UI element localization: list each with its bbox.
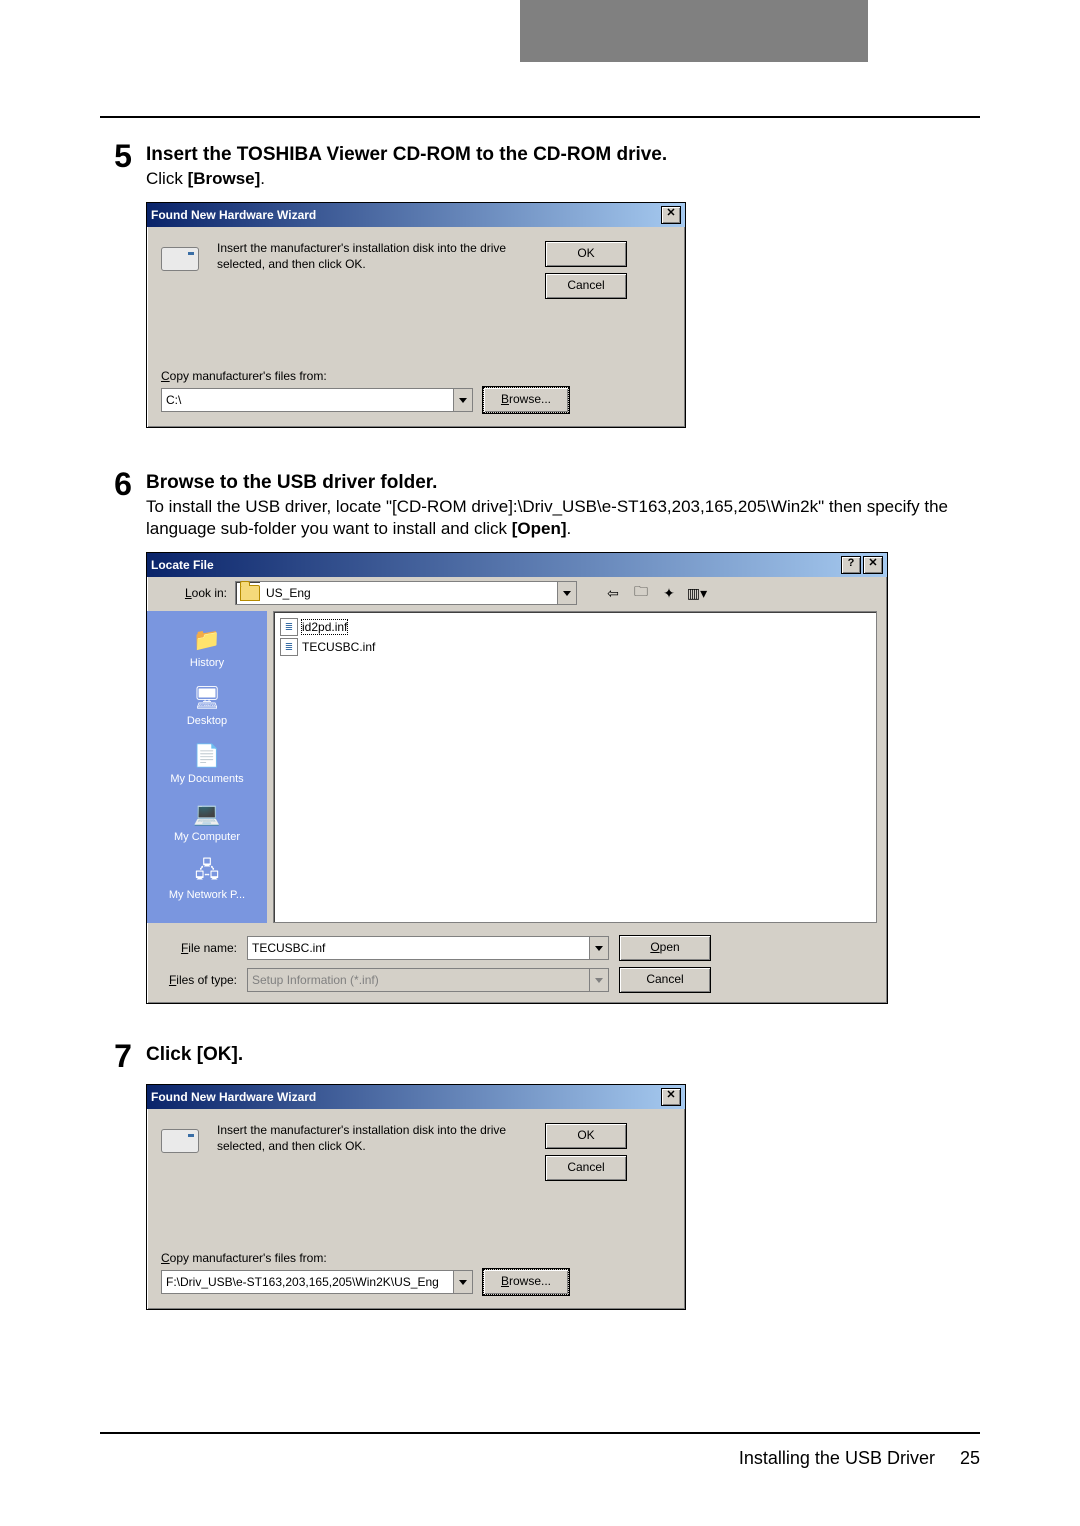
close-icon[interactable]: ✕ bbox=[661, 206, 681, 224]
close-icon[interactable]: ✕ bbox=[661, 1088, 681, 1106]
step-7-title: Click [OK]. bbox=[146, 1044, 980, 1066]
copy-from-label: Copy manufacturer's files from: bbox=[161, 1251, 671, 1265]
footer-page-number: 25 bbox=[960, 1448, 980, 1468]
step-7: 7 Click [OK]. bbox=[100, 1040, 980, 1072]
file-item[interactable]: ≣ TECUSBC.inf bbox=[280, 638, 870, 656]
dialog-title: Found New Hardware Wizard bbox=[151, 1090, 661, 1104]
cancel-button[interactable]: Cancel bbox=[619, 967, 711, 993]
locate-file-titlebar: Locate File ? ✕ bbox=[147, 553, 887, 577]
filetype-input bbox=[248, 969, 589, 991]
step-5-desc: Click [Browse]. bbox=[146, 168, 980, 190]
dialog-titlebar: Found New Hardware Wizard ✕ bbox=[147, 1085, 685, 1109]
footer-section-title: Installing the USB Driver bbox=[739, 1448, 935, 1468]
dropdown-icon bbox=[589, 969, 608, 991]
desktop-icon: 🖥 bbox=[190, 683, 224, 713]
dialog-titlebar: Found New Hardware Wizard ✕ bbox=[147, 203, 685, 227]
nav-up-icon[interactable]: 🗀 bbox=[629, 582, 653, 604]
folder-icon bbox=[240, 585, 260, 601]
browse-button[interactable]: Browse... bbox=[483, 1269, 569, 1295]
dialog-title: Found New Hardware Wizard bbox=[151, 208, 661, 222]
nav-newfolder-icon[interactable]: ✦ bbox=[657, 582, 681, 604]
found-new-hardware-dialog-2: Found New Hardware Wizard ✕ Insert the m… bbox=[146, 1084, 686, 1310]
step-6: 6 Browse to the USB driver folder. To in… bbox=[100, 468, 980, 540]
filename-field[interactable] bbox=[247, 936, 609, 960]
copy-from-field[interactable] bbox=[161, 1270, 473, 1294]
computer-icon: 💻 bbox=[190, 799, 224, 829]
locate-file-dialog: Locate File ? ✕ Look in: ⇦ 🗀 bbox=[146, 552, 888, 1004]
filetype-label: Files of type: bbox=[157, 973, 237, 987]
step-5-number: 5 bbox=[100, 140, 146, 172]
copy-from-field[interactable] bbox=[161, 388, 473, 412]
look-in-label: Look in: bbox=[157, 586, 227, 600]
cancel-button[interactable]: Cancel bbox=[545, 1155, 627, 1181]
open-button[interactable]: Open bbox=[619, 935, 711, 961]
look-in-input[interactable] bbox=[260, 582, 557, 604]
copy-from-label: Copy manufacturer's files from: bbox=[161, 369, 671, 383]
close-icon[interactable]: ✕ bbox=[863, 556, 883, 574]
step-7-number: 7 bbox=[100, 1040, 146, 1072]
nav-back-icon[interactable]: ⇦ bbox=[601, 582, 625, 604]
dropdown-icon[interactable] bbox=[557, 582, 576, 604]
network-icon: 🖧 bbox=[190, 857, 224, 887]
copy-from-input[interactable] bbox=[162, 1271, 453, 1293]
ok-button[interactable]: OK bbox=[545, 241, 627, 267]
copy-from-input[interactable] bbox=[162, 389, 453, 411]
top-divider bbox=[100, 116, 980, 118]
nav-views-icon[interactable]: ▥▾ bbox=[685, 582, 709, 604]
step-5: 5 Insert the TOSHIBA Viewer CD-ROM to th… bbox=[100, 140, 980, 190]
dialog-message: Insert the manufacturer's installation d… bbox=[217, 241, 527, 272]
file-item[interactable]: ≣ id2pd.inf bbox=[280, 618, 870, 636]
look-in-field[interactable] bbox=[235, 581, 577, 605]
filetype-field bbox=[247, 968, 609, 992]
locate-file-title: Locate File bbox=[151, 558, 841, 572]
inf-file-icon: ≣ bbox=[280, 638, 298, 656]
place-my-documents[interactable]: 📄 My Documents bbox=[147, 741, 267, 785]
help-icon[interactable]: ? bbox=[841, 556, 861, 574]
place-my-computer[interactable]: 💻 My Computer bbox=[147, 799, 267, 843]
disk-icon bbox=[161, 247, 199, 271]
browse-button[interactable]: Browse... bbox=[483, 387, 569, 413]
documents-icon: 📄 bbox=[190, 741, 224, 771]
bottom-divider bbox=[100, 1432, 980, 1434]
found-new-hardware-dialog-1: Found New Hardware Wizard ✕ Insert the m… bbox=[146, 202, 686, 428]
disk-icon bbox=[161, 1129, 199, 1153]
dropdown-icon[interactable] bbox=[589, 937, 608, 959]
filename-label: File name: bbox=[157, 941, 237, 955]
ok-button[interactable]: OK bbox=[545, 1123, 627, 1149]
place-history[interactable]: 📁 History bbox=[147, 625, 267, 669]
inf-file-icon: ≣ bbox=[280, 618, 298, 636]
dropdown-icon[interactable] bbox=[453, 389, 472, 411]
places-bar: 📁 History 🖥 Desktop 📄 My Documents bbox=[147, 611, 267, 923]
step-6-number: 6 bbox=[100, 468, 146, 500]
dialog-message: Insert the manufacturer's installation d… bbox=[217, 1123, 527, 1154]
dropdown-icon[interactable] bbox=[453, 1271, 472, 1293]
step-6-desc: To install the USB driver, locate "[CD-R… bbox=[146, 496, 980, 540]
page-footer: Installing the USB Driver 25 bbox=[0, 1448, 1080, 1469]
place-my-network[interactable]: 🖧 My Network P... bbox=[147, 857, 267, 901]
place-desktop[interactable]: 🖥 Desktop bbox=[147, 683, 267, 727]
cancel-button[interactable]: Cancel bbox=[545, 273, 627, 299]
step-5-title: Insert the TOSHIBA Viewer CD-ROM to the … bbox=[146, 144, 980, 166]
step-6-title: Browse to the USB driver folder. bbox=[146, 472, 980, 494]
file-list[interactable]: ≣ id2pd.inf ≣ TECUSBC.inf bbox=[273, 611, 877, 923]
history-icon: 📁 bbox=[190, 625, 224, 655]
filename-input[interactable] bbox=[248, 937, 589, 959]
header-gray-block bbox=[520, 0, 868, 62]
